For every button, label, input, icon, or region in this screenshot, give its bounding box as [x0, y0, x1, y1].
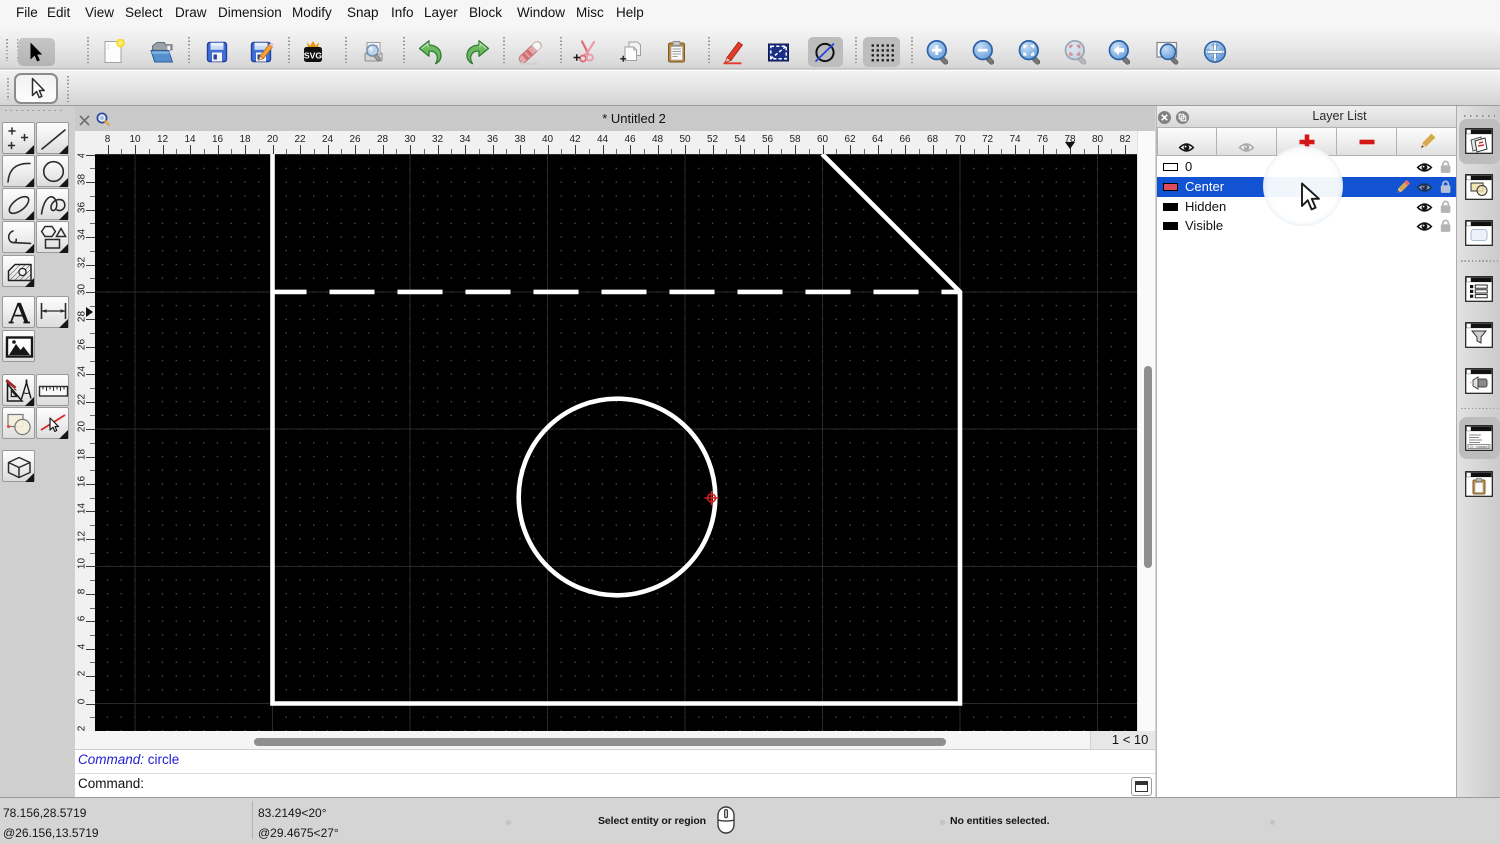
svg-text:SVG: SVG — [304, 51, 322, 61]
svg-text:C> command: C> command — [1470, 445, 1489, 449]
